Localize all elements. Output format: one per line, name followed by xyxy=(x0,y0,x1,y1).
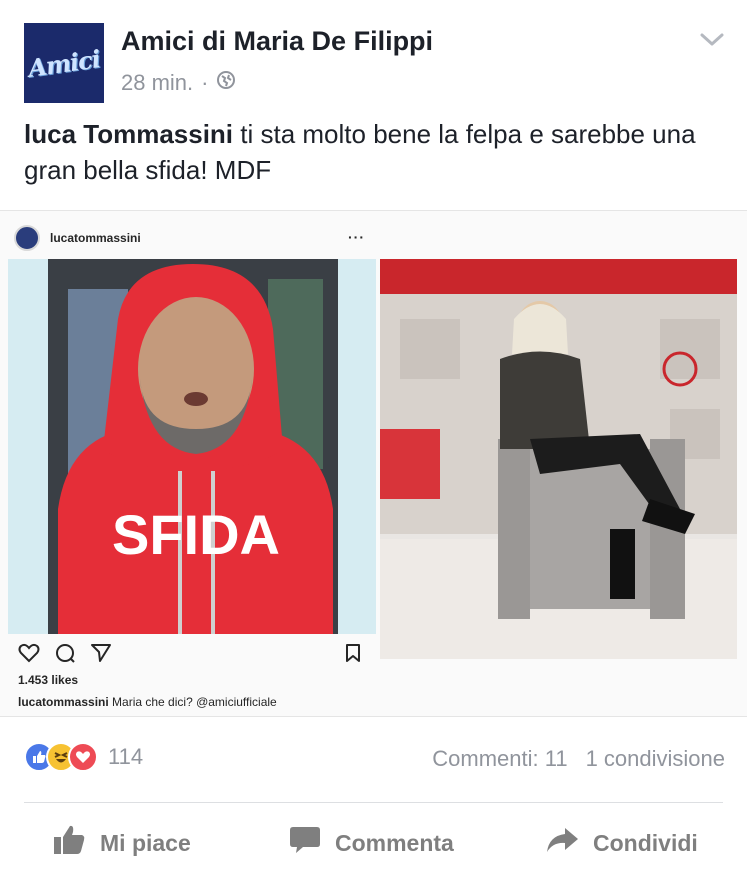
post-image[interactable]: lucatommassini ··· SFIDA 1.453 likes luc… xyxy=(0,210,747,717)
ig-header: lucatommassini xyxy=(14,225,141,251)
like-label: Mi piace xyxy=(100,829,191,856)
reactions-summary[interactable]: 114 xyxy=(24,742,143,772)
post-text: luca Tommassini ti sta molto bene la fel… xyxy=(24,116,724,188)
post-meta: 28 min. · xyxy=(121,70,236,96)
comment-label: Commenta xyxy=(335,829,454,856)
shares-count[interactable]: 1 condivisione xyxy=(586,746,725,772)
heart-icon xyxy=(18,643,40,668)
globe-icon xyxy=(216,70,236,96)
comment-button[interactable]: Commenta xyxy=(289,818,454,868)
ig-avatar xyxy=(14,225,40,251)
ig-username: lucatommassini xyxy=(50,231,141,245)
ig-more-icon: ··· xyxy=(348,229,365,245)
photo-man-hoodie: SFIDA xyxy=(8,259,376,634)
ig-caption: lucatommassini Maria che dici? @amiciuff… xyxy=(18,695,277,709)
like-button[interactable]: Mi piace xyxy=(52,818,191,868)
meta-separator: · xyxy=(201,70,209,95)
ig-caption-user: lucatommassini xyxy=(18,695,109,709)
post-timestamp[interactable]: 28 min. xyxy=(121,70,193,96)
divider xyxy=(24,802,723,803)
post-header: Amici Amici di Maria De Filippi 28 min. … xyxy=(0,0,747,110)
share-button[interactable]: Condividi xyxy=(545,818,698,868)
ig-likes: 1.453 likes xyxy=(18,673,79,687)
send-icon xyxy=(90,643,112,668)
hoodie-text: SFIDA xyxy=(112,503,280,566)
page-avatar[interactable]: Amici xyxy=(24,23,104,103)
comments-count[interactable]: Commenti: 11 xyxy=(432,746,567,772)
post-stats: Commenti: 11 1 condivisione xyxy=(432,746,725,772)
share-arrow-icon xyxy=(545,826,579,860)
share-label: Condividi xyxy=(593,829,698,856)
photo-woman-stage xyxy=(380,259,737,659)
chevron-down-icon[interactable] xyxy=(699,30,725,50)
page-name[interactable]: Amici di Maria De Filippi xyxy=(121,26,433,57)
ig-action-icons xyxy=(18,643,112,668)
comment-icon xyxy=(289,825,321,861)
thumbs-up-icon xyxy=(52,824,86,862)
mention-link[interactable]: luca Tommassini xyxy=(24,119,233,149)
comment-bubble-icon xyxy=(54,643,76,668)
amici-logo: Amici xyxy=(26,43,102,83)
love-reaction-icon xyxy=(68,742,98,772)
bookmark-icon xyxy=(344,643,362,668)
ig-caption-text: Maria che dici? @amiciufficiale xyxy=(108,695,277,709)
action-bar: Mi piace Commenta Condividi xyxy=(0,818,747,868)
reaction-count: 114 xyxy=(108,744,144,769)
